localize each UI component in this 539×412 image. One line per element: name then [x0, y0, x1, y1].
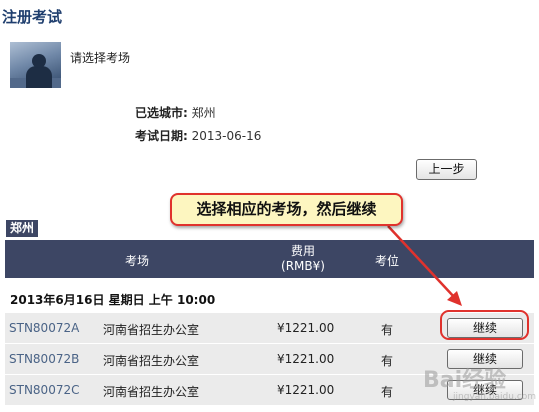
baidu-jingyan-watermark: Bai经验 jingyan.baidu.com	[413, 362, 538, 410]
venue-name: 河南省招生办公室	[103, 323, 200, 337]
exam-date: 考试日期: 2013-06-16	[135, 127, 261, 144]
venue-fee: ¥1221.00	[277, 383, 335, 397]
previous-step-button[interactable]: 上一步	[416, 159, 477, 180]
continue-button-highlight	[440, 310, 529, 340]
header-fee-line2: (RMB¥)	[281, 259, 325, 273]
selected-city-value: 郑州	[191, 106, 216, 120]
venue-name: 河南省招生办公室	[103, 385, 200, 399]
seat-availability: 有	[381, 385, 394, 399]
city-tag: 郑州	[6, 220, 39, 237]
exam-date-label: 考试日期:	[135, 129, 188, 143]
selected-city-label: 已选城市:	[135, 106, 188, 120]
annotation-callout: 选择相应的考场，然后继续	[170, 193, 403, 226]
venue-name: 河南省招生办公室	[103, 354, 200, 368]
header-fee-line1: 费用	[290, 244, 315, 258]
venue-fee: ¥1221.00	[277, 321, 335, 335]
header-fee: 费用 (RMB¥)	[273, 244, 333, 274]
venue-fee: ¥1221.00	[277, 352, 335, 366]
seat-availability: 有	[381, 354, 394, 368]
exam-date-value: 2013-06-16	[191, 129, 262, 143]
watermark-brand: Bai经验	[423, 368, 507, 393]
page-title: 注册考试	[2, 8, 63, 26]
instruction-text: 请选择考场	[70, 51, 131, 65]
venue-code: STN80072C	[9, 383, 80, 397]
exam-user-image	[10, 42, 61, 88]
session-heading: 2013年6月16日 星期日 上午 10:00	[10, 293, 216, 307]
table-header: 考场 费用 (RMB¥) 考位	[5, 240, 534, 278]
header-seat: 考位	[374, 254, 399, 268]
venue-code: STN80072A	[9, 321, 80, 335]
selected-city: 已选城市: 郑州	[135, 104, 216, 121]
seat-availability: 有	[381, 323, 394, 337]
header-venue: 考场	[124, 254, 149, 268]
watermark-sub: jingyan.baidu.com	[453, 392, 537, 402]
venue-code: STN80072B	[9, 352, 80, 366]
